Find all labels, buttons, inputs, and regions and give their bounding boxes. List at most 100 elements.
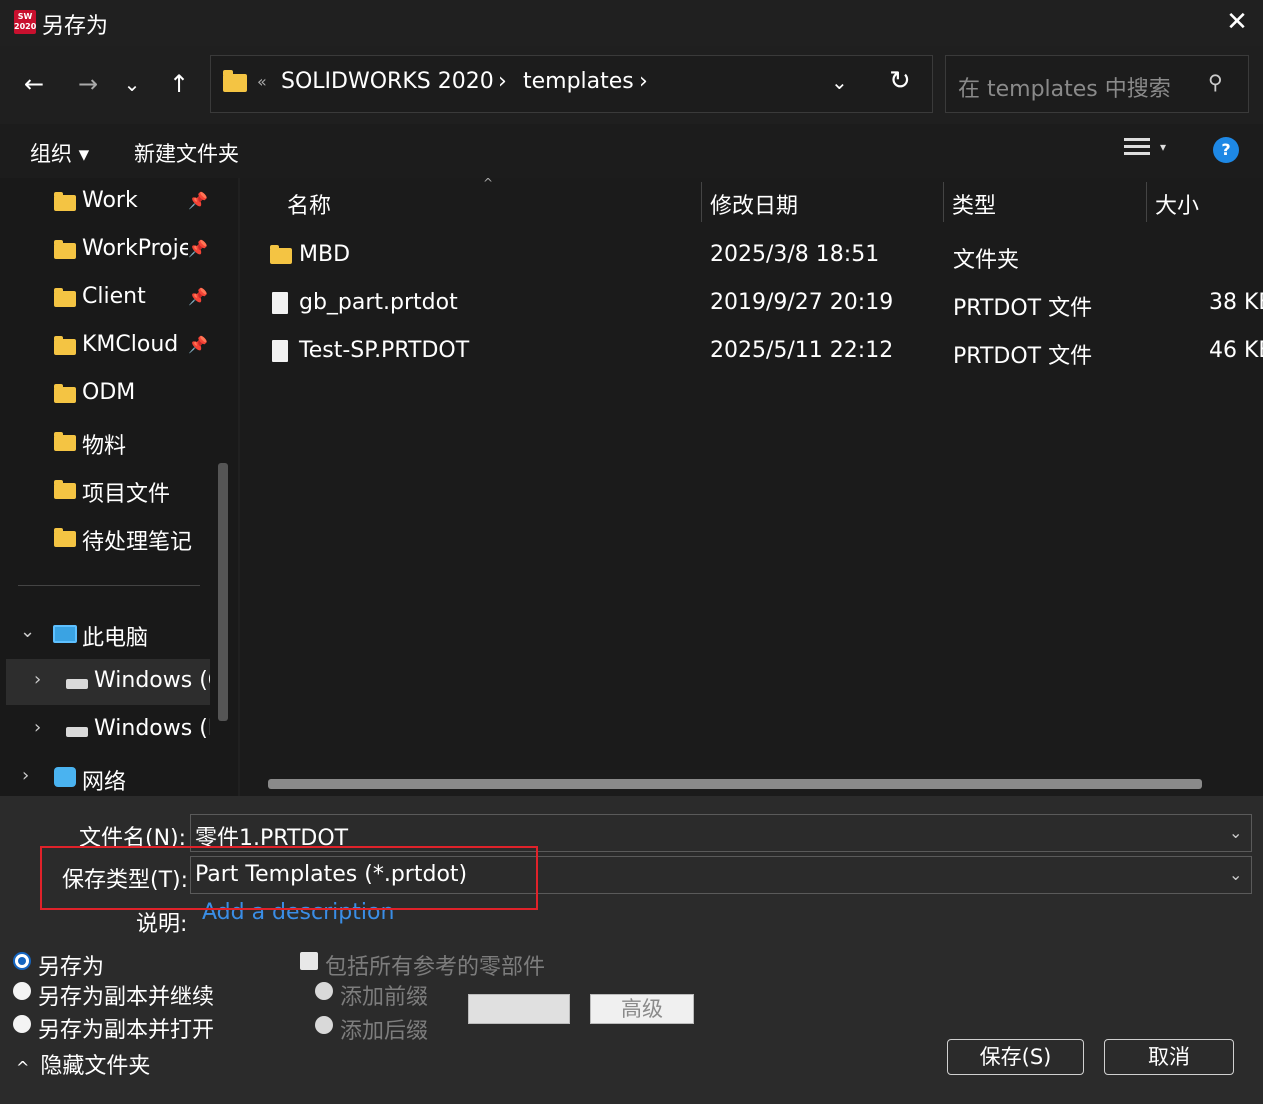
folder-icon (54, 384, 76, 403)
chevron-down-icon[interactable]: ⌄ (1229, 865, 1242, 884)
breadcrumb-overflow[interactable]: « (257, 72, 267, 91)
chevron-down-icon[interactable]: ⌄ (1229, 823, 1242, 842)
computer-icon (53, 625, 77, 643)
file-list: ^ 名称 修改日期 类型 大小 MBD 2025/3/8 18:51 文件夹 g… (240, 176, 1263, 796)
file-row-mbd[interactable]: MBD 2025/3/8 18:51 文件夹 (264, 232, 1263, 278)
sidebar-item-network[interactable]: › 网络 (0, 755, 210, 796)
folder-icon (54, 528, 76, 547)
network-icon (54, 767, 76, 787)
include-references-checkbox[interactable] (300, 952, 318, 970)
search-input[interactable]: 在 templates 中搜索 (958, 71, 1171, 103)
sidebar-item-label: Client (82, 284, 146, 309)
pin-icon: 📌 (188, 191, 208, 210)
sidebar-item-label: Work (82, 188, 138, 213)
sidebar-item-this-pc[interactable]: ⌄ 此电脑 (0, 611, 210, 657)
recent-locations-button[interactable]: ⌄ (114, 66, 150, 102)
column-header-size[interactable]: 大小 (1155, 188, 1199, 220)
column-header-modified[interactable]: 修改日期 (710, 188, 798, 220)
address-dropdown-icon[interactable]: ⌄ (831, 70, 848, 94)
search-icon[interactable]: ⚲ (1208, 70, 1223, 94)
horizontal-scrollbar[interactable] (268, 779, 1202, 789)
new-folder-button[interactable]: 新建文件夹 (134, 138, 239, 168)
pin-icon: 📌 (188, 335, 208, 354)
save-copy-open-radio[interactable] (13, 1015, 31, 1033)
sidebar-item-project-files[interactable]: 项目文件 (0, 467, 212, 513)
description-label: 说明: (136, 912, 188, 937)
sidebar-item-drive-c[interactable]: › Windows (C:) (6, 659, 210, 705)
sidebar-item-label: 待处理笔记 (82, 530, 193, 555)
save-copy-continue-radio[interactable] (13, 982, 31, 1000)
chevron-right-icon[interactable]: › (22, 765, 29, 786)
file-row-test-sp[interactable]: Test-SP.PRTDOT 2025/5/11 22:12 PRTDOT 文件… (264, 328, 1263, 374)
view-list-icon[interactable] (1124, 138, 1150, 162)
divider (18, 585, 200, 586)
sidebar-item-odm[interactable]: ODM (0, 371, 212, 417)
file-size: 38 KB (1209, 290, 1263, 315)
prefix-suffix-input[interactable] (468, 994, 570, 1024)
advanced-button[interactable]: 高级 (590, 994, 694, 1024)
add-suffix-radio[interactable] (315, 1016, 333, 1034)
column-divider[interactable] (1146, 182, 1147, 222)
breadcrumb-solidworks[interactable]: SOLIDWORKS 2020 (281, 69, 494, 94)
column-divider[interactable] (701, 182, 702, 222)
organize-menu[interactable]: 组织 ▾ (30, 138, 89, 168)
file-name: Test-SP.PRTDOT (299, 338, 470, 363)
document-icon (272, 292, 288, 314)
chevron-right-icon[interactable]: › (34, 717, 41, 738)
sidebar-item-pending-notes[interactable]: 待处理笔记 (0, 515, 212, 561)
navigation-pane: Work 📌 WorkProject 📌 Client 📌 KMCloud 📌 … (0, 178, 238, 796)
folder-icon (54, 336, 76, 355)
breadcrumb-templates[interactable]: templates (523, 69, 634, 94)
command-toolbar: 组织 ▾ 新建文件夹 ▾ ? (0, 124, 1263, 178)
save-as-radio[interactable] (13, 952, 31, 970)
sidebar-item-label: 项目文件 (82, 482, 171, 507)
help-icon[interactable]: ? (1213, 137, 1239, 163)
sort-ascending-icon: ^ (483, 176, 494, 190)
column-divider[interactable] (943, 182, 944, 222)
sidebar-scrollbar[interactable] (218, 463, 228, 721)
save-copy-continue-label: 另存为副本并继续 (38, 985, 215, 1010)
sidebar-item-label: 此电脑 (82, 626, 149, 651)
sidebar-item-client[interactable]: Client 📌 (0, 275, 212, 321)
pin-icon: 📌 (188, 239, 208, 258)
file-type: 文件夹 (953, 248, 1020, 273)
view-dropdown-icon[interactable]: ▾ (1160, 140, 1166, 154)
sidebar-item-work[interactable]: Work 📌 (0, 179, 212, 225)
chevron-right-icon[interactable]: › (639, 69, 648, 94)
folder-icon (54, 480, 76, 499)
hide-folders-button[interactable]: ^ 隐藏文件夹 (16, 1048, 150, 1080)
column-header-type[interactable]: 类型 (952, 188, 996, 220)
back-button[interactable]: ← (16, 66, 52, 102)
refresh-icon[interactable]: ↻ (889, 66, 911, 96)
add-prefix-radio[interactable] (315, 982, 333, 1000)
forward-button[interactable]: → (70, 66, 106, 102)
chevron-right-icon[interactable]: › (498, 69, 507, 94)
sidebar-item-drive-d[interactable]: › Windows (D:) (6, 707, 210, 753)
folder-icon (54, 288, 76, 307)
up-button[interactable]: ↑ (161, 66, 197, 102)
chevron-right-icon[interactable]: › (34, 669, 41, 690)
sidebar-item-workproject[interactable]: WorkProject 📌 (0, 227, 212, 273)
save-button[interactable]: 保存(S) (947, 1039, 1084, 1075)
file-type: PRTDOT 文件 (953, 296, 1093, 321)
title-bar: SW 2020 另存为 ✕ (0, 0, 1263, 46)
address-bar[interactable]: « SOLIDWORKS 2020 › templates › ⌄ ↻ (210, 55, 933, 113)
pin-icon: 📌 (188, 287, 208, 306)
drive-icon (66, 727, 88, 737)
close-button[interactable]: ✕ (1222, 6, 1252, 38)
folder-icon (54, 432, 76, 451)
sidebar-item-label: WorkProject (82, 236, 188, 261)
file-name: gb_part.prtdot (299, 290, 458, 315)
file-modified: 2019/9/27 20:19 (710, 290, 894, 315)
sidebar-item-kmcloud[interactable]: KMCloud 📌 (0, 323, 212, 369)
search-box[interactable]: 在 templates 中搜索 ⚲ (945, 55, 1249, 113)
cancel-button[interactable]: 取消 (1104, 1039, 1234, 1075)
sidebar-item-materials[interactable]: 物料 (0, 419, 212, 465)
column-header-name[interactable]: 名称 (287, 188, 331, 220)
chevron-down-icon[interactable]: ⌄ (20, 621, 35, 642)
navigation-bar: ← → ⌄ ↑ « SOLIDWORKS 2020 › templates › … (0, 46, 1263, 124)
sidebar-item-label: ODM (82, 380, 136, 405)
sidebar-item-label: Windows (D:) (94, 716, 210, 741)
sidebar-item-label: KMCloud (82, 332, 179, 357)
file-row-gb-part[interactable]: gb_part.prtdot 2019/9/27 20:19 PRTDOT 文件… (264, 280, 1263, 326)
